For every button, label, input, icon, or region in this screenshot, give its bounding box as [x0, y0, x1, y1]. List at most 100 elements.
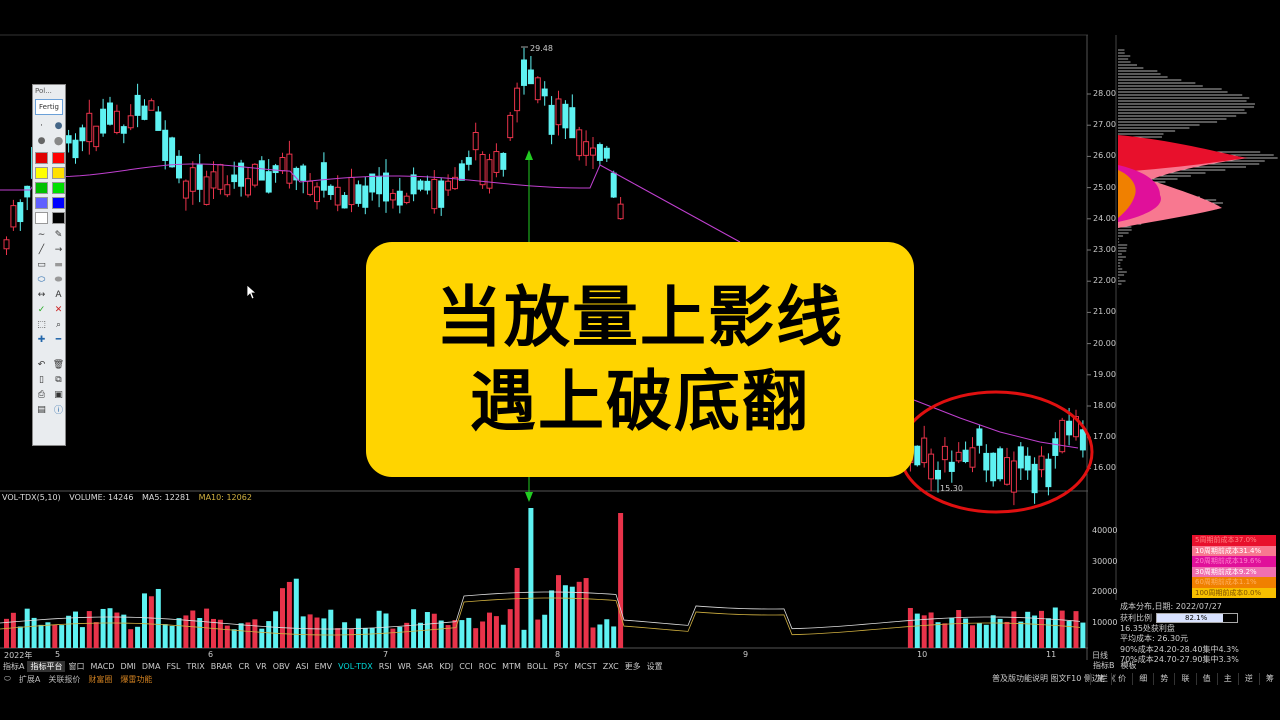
menu-item[interactable]: TRIX [183, 662, 207, 671]
image-icon[interactable]: ▤ [34, 403, 49, 416]
menu-item[interactable]: ZXC [600, 662, 622, 671]
menu-item[interactable]: RSI [376, 662, 395, 671]
undo-icon[interactable]: ↶ [34, 358, 49, 371]
menu-item[interactable]: VR [253, 662, 270, 671]
menu-item[interactable]: 指标平台 [27, 660, 66, 672]
menu-item[interactable]: 设置 [644, 661, 666, 672]
dot-medium-icon[interactable]: ● [51, 119, 66, 132]
trash-icon[interactable]: 🗑 [51, 358, 66, 371]
candle [403, 195, 410, 204]
color-swatch[interactable] [51, 166, 66, 179]
price-tick: 25.00 [1093, 182, 1116, 192]
info-icon[interactable]: ⓘ [51, 403, 66, 416]
copy-icon[interactable]: ⧉ [51, 373, 66, 386]
minus-icon[interactable]: ━ [51, 333, 66, 346]
extension-menu[interactable]: ⬭ 扩展A 关联报价 财富圈 爆雷功能 [0, 673, 1088, 685]
save-icon[interactable]: ▣ [51, 388, 66, 401]
color-swatch[interactable] [34, 166, 49, 179]
menu-item[interactable]: ROC [476, 662, 499, 671]
right-menu-item[interactable]: 值 [1195, 673, 1217, 685]
select-tool-icon[interactable]: ⬚ [34, 318, 49, 331]
menu-item[interactable]: MACD [87, 662, 117, 671]
right-menu-item[interactable]: 笔 [1090, 673, 1111, 685]
right-function-menu[interactable]: 笔价细势联值主逆筹 [1090, 673, 1280, 685]
filled-rectangle-icon[interactable]: ▬ [51, 258, 66, 271]
arrow-tool-icon[interactable]: → [51, 243, 66, 256]
right-menu-item[interactable]: 价 [1111, 673, 1132, 685]
dot-small-icon[interactable]: · [34, 119, 49, 132]
menu-item[interactable]: DMA [139, 662, 164, 671]
ext-menu-item[interactable]: 扩展A [15, 674, 44, 685]
color-swatch[interactable] [51, 211, 66, 224]
menu-item[interactable]: KDJ [436, 662, 456, 671]
menu-item[interactable]: BOLL [524, 662, 551, 671]
color-swatch[interactable] [51, 196, 66, 209]
color-swatch[interactable] [51, 181, 66, 194]
menu-item[interactable]: EMV [312, 662, 335, 671]
indicator-menu[interactable]: 指标A 指标平台 窗口 MACD DMI DMA FSL TRIX BRAR CR VR OBV ASI… [0, 660, 1088, 672]
price-tick: 20.00 [1093, 338, 1116, 348]
candle [983, 452, 990, 471]
check-icon[interactable]: ✓ [34, 303, 49, 316]
double-arrow-icon[interactable]: ↔ [34, 288, 49, 301]
menu-item[interactable]: OBV [270, 662, 293, 671]
color-swatch[interactable] [34, 181, 49, 194]
right-tab[interactable]: 指标B [1090, 660, 1118, 671]
color-swatch[interactable] [34, 211, 49, 224]
candle [445, 180, 452, 191]
volume-bar [349, 628, 354, 648]
new-page-icon[interactable]: ▯ [34, 373, 49, 386]
menu-item[interactable]: MTM [499, 662, 524, 671]
menu-item[interactable]: 指标A [0, 661, 27, 672]
filled-ellipse-icon[interactable]: ⬬ [51, 273, 66, 286]
right-menu-item[interactable]: 主 [1216, 673, 1238, 685]
ellipse-tool-icon[interactable]: ⬭ [34, 273, 49, 286]
curve-tool-icon[interactable]: ∼ [34, 228, 49, 241]
ext-menu-item[interactable]: 关联报价 [44, 674, 84, 685]
menu-item[interactable]: ASI [293, 662, 312, 671]
chip-legend-item: 30周期前成本9.2% [1192, 566, 1276, 577]
toggle-icon[interactable]: ⬭ [0, 674, 15, 684]
ext-menu-item[interactable]: 财富圈 [84, 674, 116, 685]
menu-item[interactable]: DMI [117, 662, 138, 671]
font-selector[interactable]: Fertig [35, 99, 63, 115]
cross-icon[interactable]: ✕ [51, 303, 66, 316]
print-icon[interactable]: ⎙ [34, 388, 49, 401]
menu-item[interactable]: CCI [456, 662, 476, 671]
right-menu-item[interactable]: 联 [1174, 673, 1195, 685]
right-menu-item[interactable]: 势 [1153, 673, 1174, 685]
menu-item[interactable]: VOL-TDX [335, 662, 376, 671]
dot-xlarge-icon[interactable]: ● [51, 134, 66, 147]
color-swatch[interactable] [34, 196, 49, 209]
color-swatch[interactable] [51, 151, 66, 164]
menu-item[interactable]: FSL [163, 662, 183, 671]
rectangle-tool-icon[interactable]: ▭ [34, 258, 49, 271]
volume-bar [921, 615, 927, 648]
menu-item[interactable]: 更多 [622, 661, 644, 672]
drawing-toolbar[interactable]: Pol... Fertig · ● ● ● ∼ ✎ ╱ → ▭ ▬ ⬭ ⬬ ↔ … [32, 84, 66, 446]
right-menu-item[interactable]: 筹 [1258, 673, 1280, 685]
volume-bar [266, 621, 272, 648]
color-swatch[interactable] [34, 151, 49, 164]
zoom-icon[interactable]: ⌕ [51, 318, 66, 331]
right-menu-item[interactable]: 细 [1132, 673, 1153, 685]
volume-bar [521, 629, 527, 648]
menu-item[interactable]: SAR [414, 662, 436, 671]
menu-item[interactable]: 窗口 [65, 661, 87, 672]
menu-item[interactable]: CR [236, 662, 253, 671]
text-tool-icon[interactable]: A [51, 288, 66, 301]
pen-tool-icon[interactable]: ✎ [51, 228, 66, 241]
candle [562, 103, 569, 129]
plus-icon[interactable]: ✚ [34, 333, 49, 346]
volume-bar [1073, 611, 1079, 648]
line-tool-icon[interactable]: ╱ [34, 243, 49, 256]
volume-bar [604, 619, 610, 648]
menu-item[interactable]: MCST [571, 662, 599, 671]
menu-item[interactable]: BRAR [208, 662, 236, 671]
volume-bar [500, 624, 506, 648]
menu-item[interactable]: WR [395, 662, 414, 671]
ext-menu-item[interactable]: 爆雷功能 [116, 674, 156, 685]
dot-large-icon[interactable]: ● [34, 134, 49, 147]
menu-item[interactable]: PSY [550, 662, 571, 671]
right-menu-item[interactable]: 逆 [1237, 673, 1259, 685]
